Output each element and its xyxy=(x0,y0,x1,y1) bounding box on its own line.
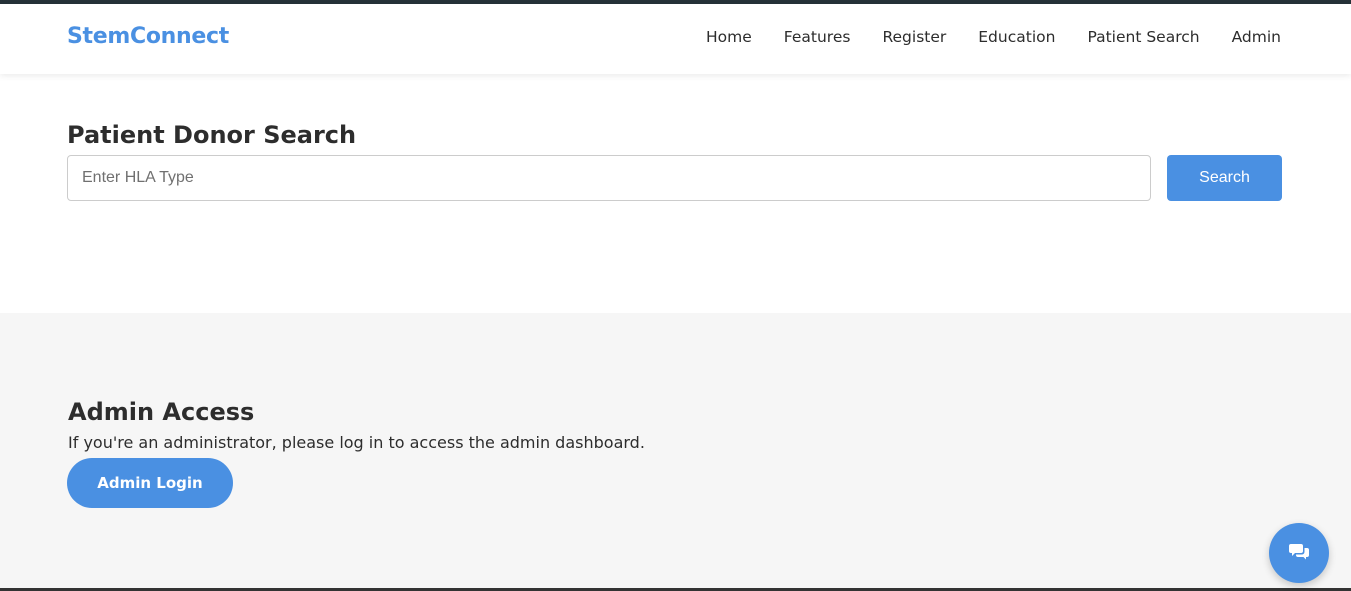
search-section-title: Patient Donor Search xyxy=(67,121,357,149)
search-button[interactable]: Search xyxy=(1167,155,1282,201)
admin-access-section: Admin Access If you're an administrator,… xyxy=(0,313,1351,588)
nav-link-patient-search[interactable]: Patient Search xyxy=(1087,28,1199,46)
patient-search-section: Patient Donor Search Search xyxy=(0,74,1351,313)
nav-link-education[interactable]: Education xyxy=(978,28,1055,46)
brand-logo[interactable]: StemConnect xyxy=(67,24,229,49)
nav-link-features[interactable]: Features xyxy=(784,28,851,46)
hla-type-input[interactable] xyxy=(67,155,1151,201)
admin-login-button[interactable]: Admin Login xyxy=(67,458,233,508)
nav-link-register[interactable]: Register xyxy=(882,28,946,46)
nav-links: Home Features Register Education Patient… xyxy=(674,28,1281,46)
navbar: StemConnect Home Features Register Educa… xyxy=(0,4,1351,74)
nav-link-home[interactable]: Home xyxy=(706,28,752,46)
chat-button[interactable] xyxy=(1269,523,1329,583)
admin-section-title: Admin Access xyxy=(68,398,255,426)
chat-bubbles-icon xyxy=(1289,543,1309,563)
admin-description: If you're an administrator, please log i… xyxy=(68,433,645,452)
nav-link-admin[interactable]: Admin xyxy=(1232,28,1281,46)
